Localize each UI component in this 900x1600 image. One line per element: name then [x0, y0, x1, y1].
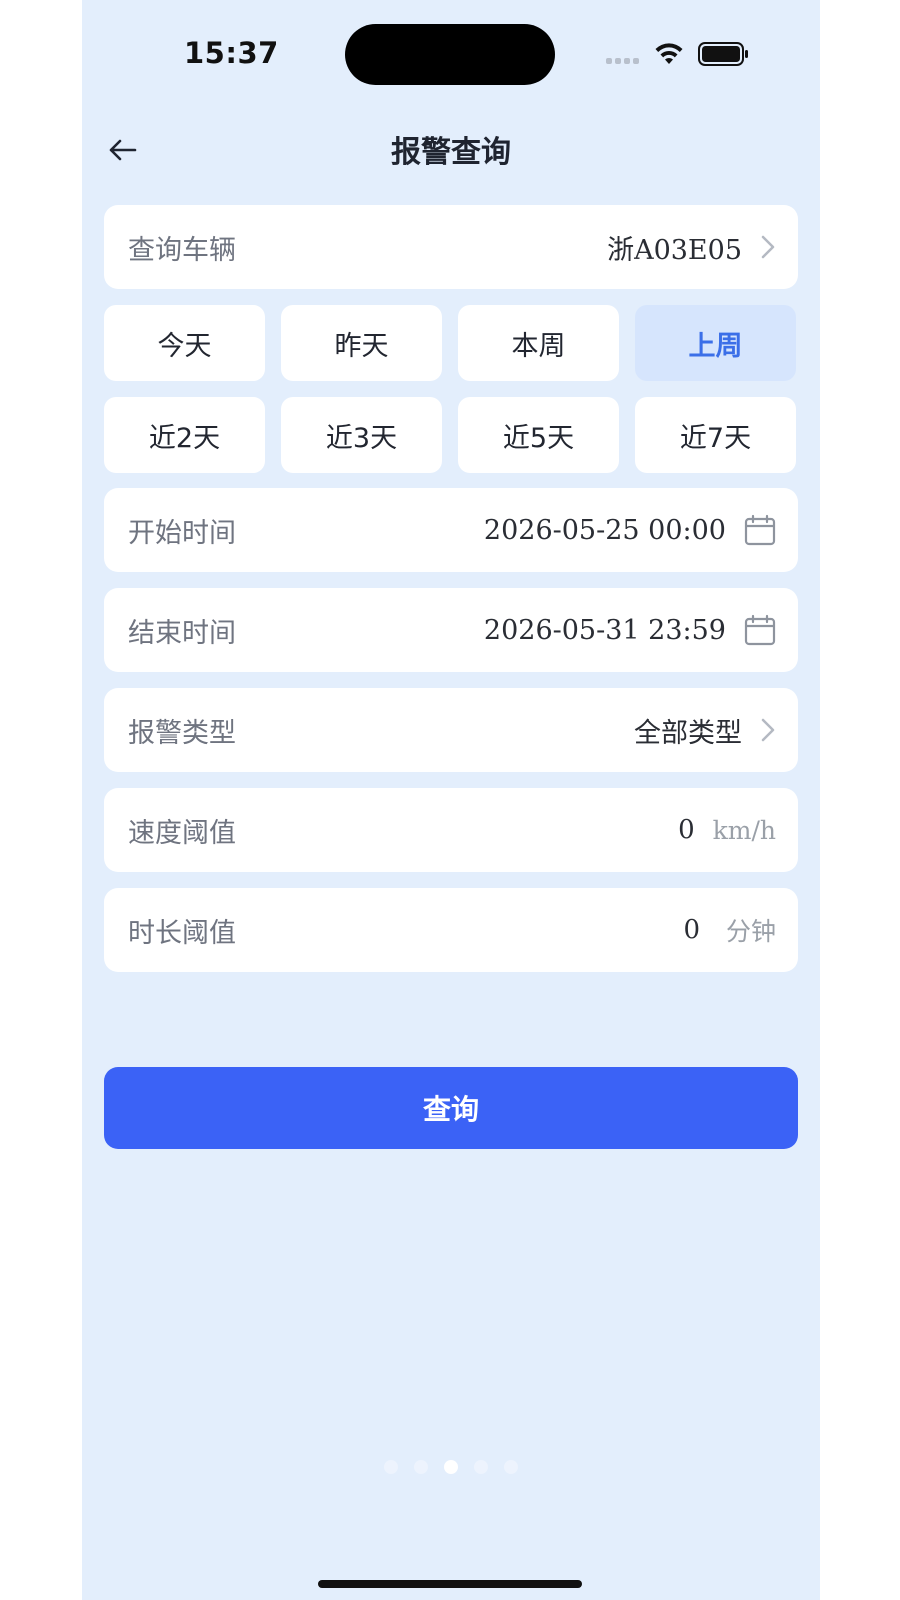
wifi-icon	[655, 43, 683, 64]
page-title: 报警查询	[391, 135, 511, 170]
range-chip-yesterday[interactable]: 昨天	[281, 305, 442, 381]
alarm-type-row[interactable]: 报警类型 全部类型	[104, 688, 798, 772]
query-button[interactable]: 查询	[104, 1067, 798, 1149]
range-chip-last-3-days[interactable]: 近3天	[281, 397, 442, 473]
battery-icon	[698, 42, 748, 66]
vehicle-label: 查询车辆	[128, 234, 236, 266]
start-time-label: 开始时间	[128, 517, 236, 549]
end-time-value: 2026-05-31 23:59	[483, 614, 726, 646]
range-chip-last-7-days[interactable]: 近7天	[635, 397, 796, 473]
range-chip-last-5-days[interactable]: 近5天	[458, 397, 619, 473]
chevron-right-icon	[761, 718, 775, 742]
page-dot-current	[444, 1460, 458, 1474]
status-time: 15:37	[184, 36, 279, 70]
home-indicator[interactable]	[318, 1580, 582, 1588]
start-time-row[interactable]: 开始时间 2026-05-25 00:00	[104, 488, 798, 572]
alarm-type-label: 报警类型	[128, 717, 236, 749]
phone-screen: 15:37 报警查询 查询车辆 浙A03E05 今天 昨天 本周 上周 近2天 …	[82, 0, 820, 1600]
calendar-icon	[744, 514, 776, 546]
duration-threshold-label: 时长阈值	[128, 917, 236, 949]
alarm-type-value: 全部类型	[634, 717, 742, 749]
page-dot	[414, 1460, 428, 1474]
start-time-value: 2026-05-25 00:00	[483, 514, 726, 546]
cellular-signal-icon	[606, 58, 639, 64]
speed-threshold-input[interactable]: 0	[678, 815, 695, 845]
duration-threshold-input[interactable]: 0	[683, 915, 700, 945]
end-time-label: 结束时间	[128, 617, 236, 649]
calendar-icon	[744, 614, 776, 646]
page-dot	[384, 1460, 398, 1474]
page-dot	[504, 1460, 518, 1474]
vehicle-plate: 浙A03E05	[607, 234, 742, 266]
speed-threshold-row: 速度阈值 0 km/h	[104, 788, 798, 872]
duration-unit: 分钟	[725, 917, 776, 946]
range-chip-today[interactable]: 今天	[104, 305, 265, 381]
speed-threshold-label: 速度阈值	[128, 817, 236, 849]
quick-range-grid: 今天 昨天 本周 上周 近2天 近3天 近5天 近7天	[104, 305, 798, 473]
range-chip-last-2-days[interactable]: 近2天	[104, 397, 265, 473]
range-chip-this-week[interactable]: 本周	[458, 305, 619, 381]
speed-unit: km/h	[712, 815, 776, 845]
vehicle-select-row[interactable]: 查询车辆 浙A03E05	[104, 205, 798, 289]
duration-threshold-row: 时长阈值 0 分钟	[104, 888, 798, 972]
chevron-right-icon	[761, 235, 775, 259]
range-chip-last-week[interactable]: 上周	[635, 305, 796, 381]
dynamic-island	[345, 24, 555, 85]
page-indicator	[82, 1460, 820, 1474]
end-time-row[interactable]: 结束时间 2026-05-31 23:59	[104, 588, 798, 672]
page-dot	[474, 1460, 488, 1474]
